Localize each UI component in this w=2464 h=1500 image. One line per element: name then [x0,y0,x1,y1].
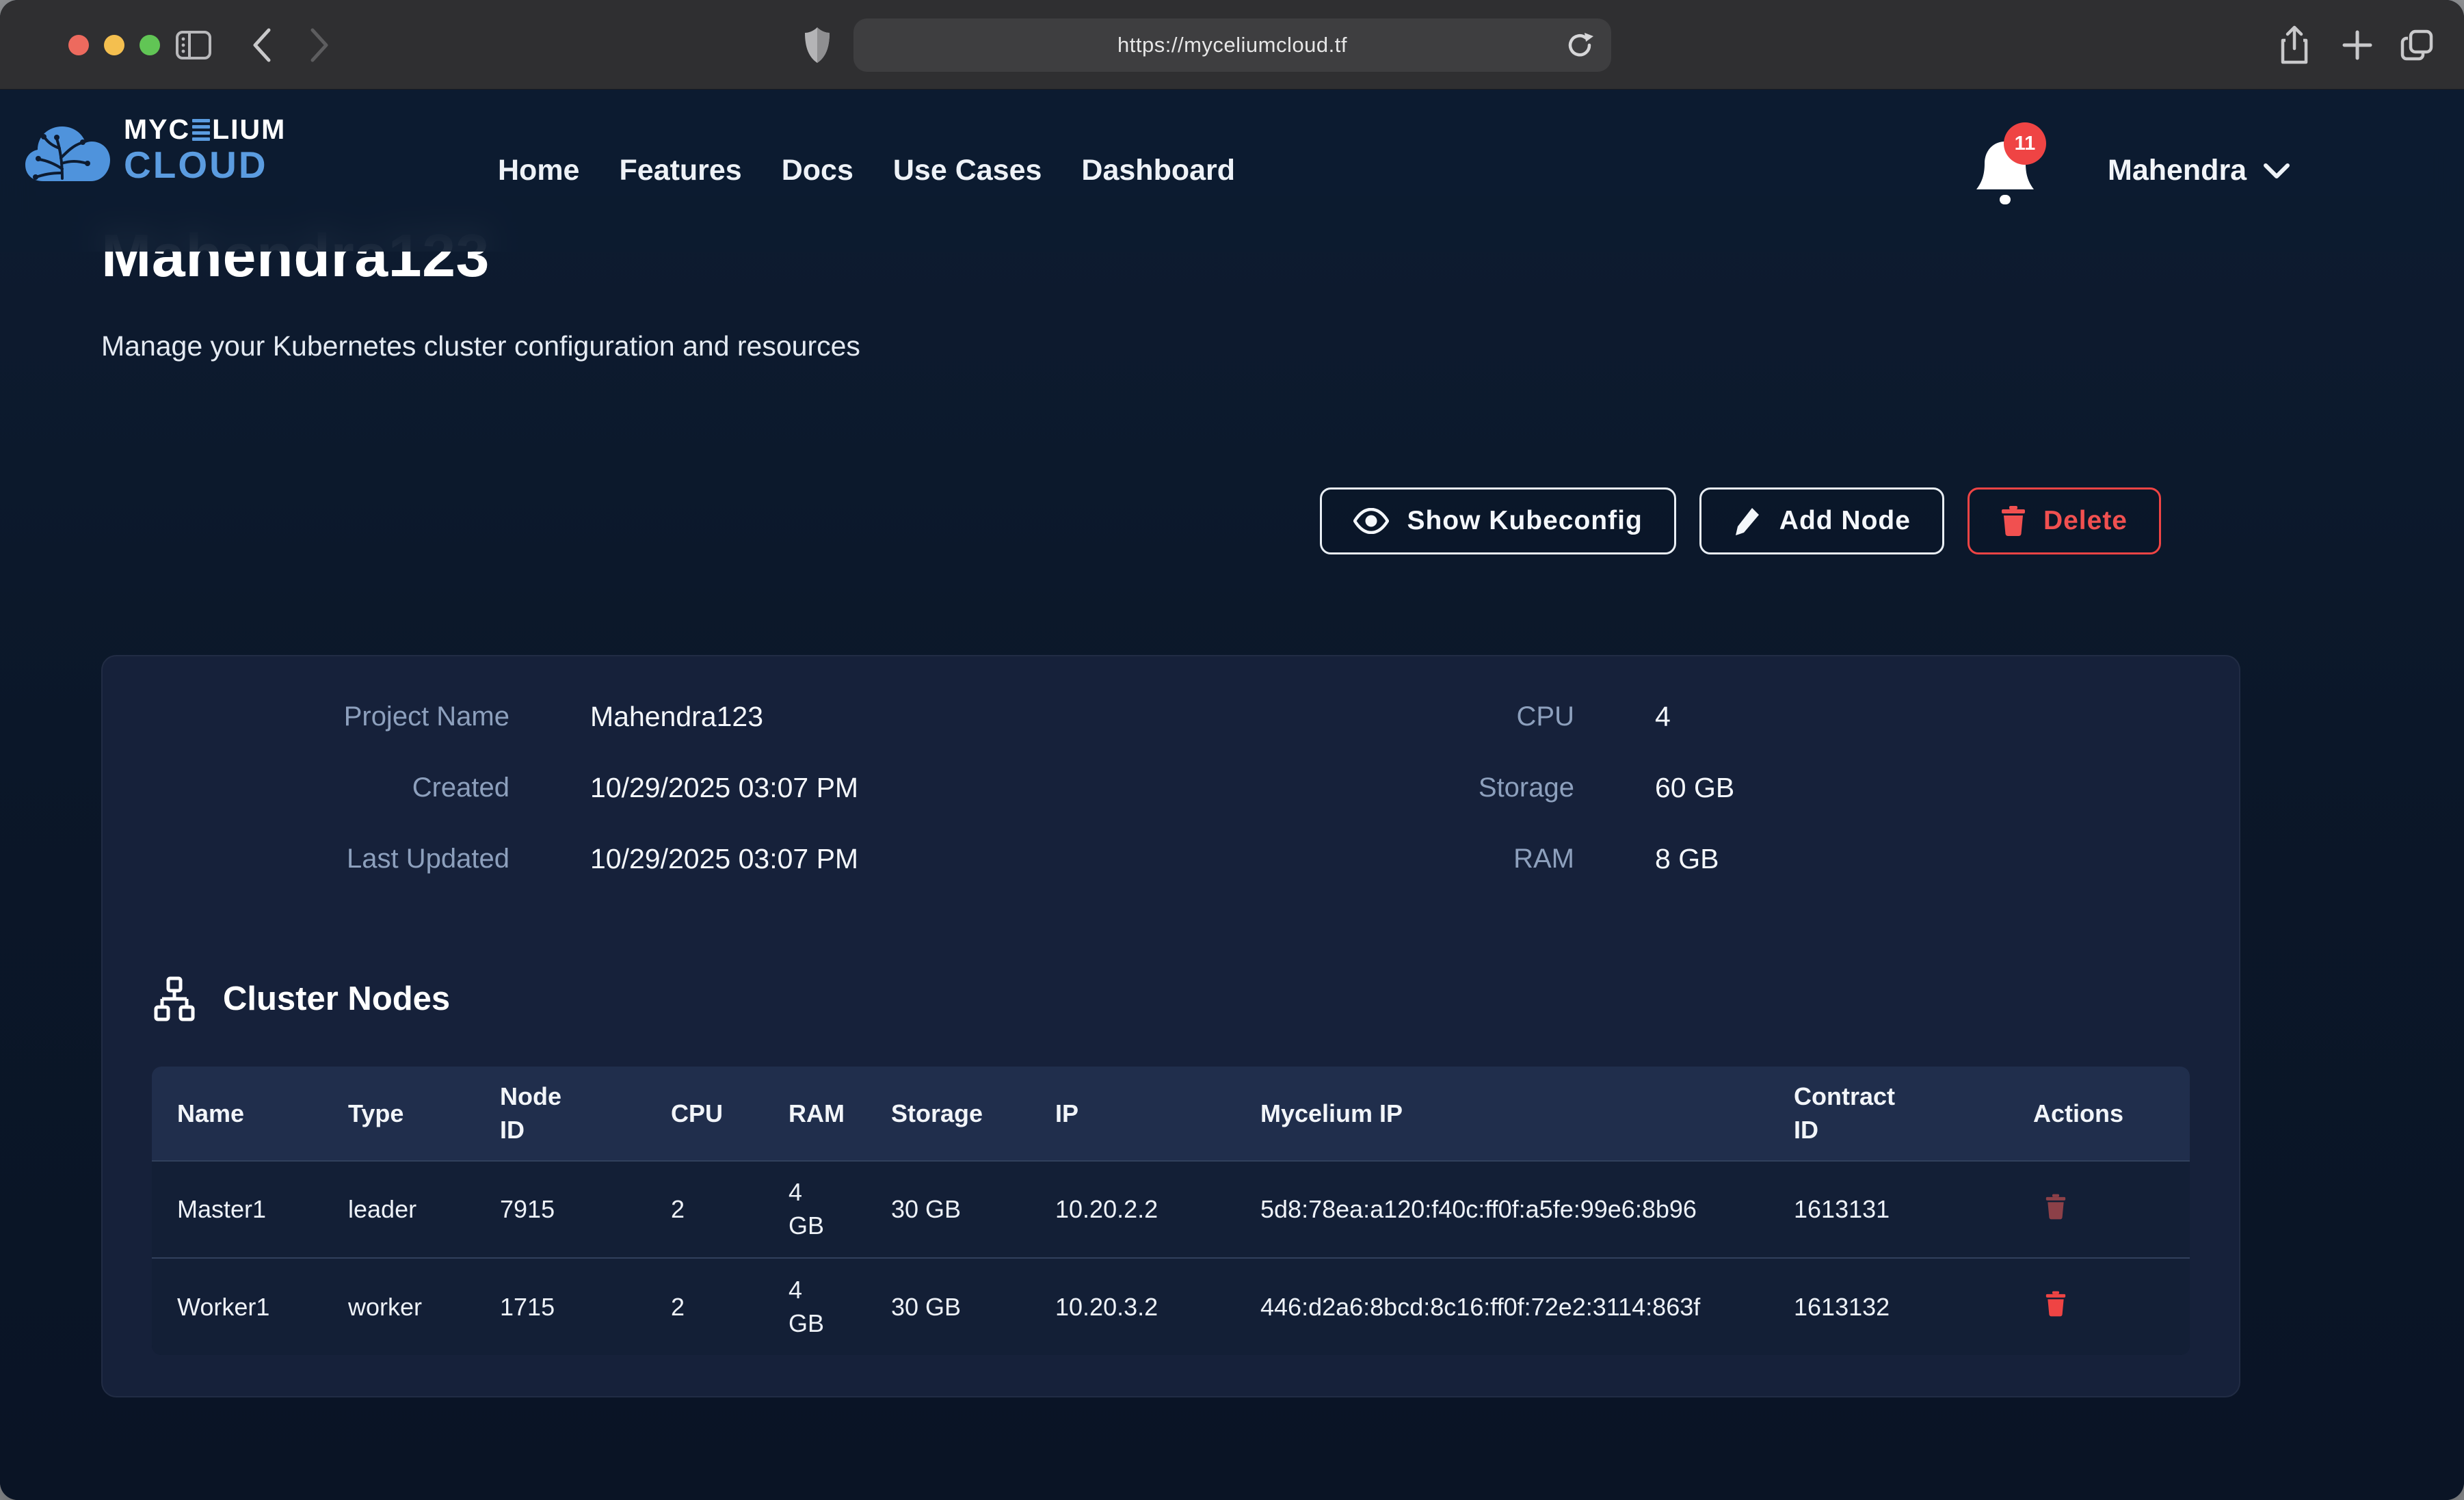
new-tab-icon[interactable] [2333,0,2381,90]
col-type: Type [323,1067,475,1161]
user-name: Mahendra [2108,154,2247,187]
notification-badge: 11 [2004,122,2046,165]
col-ram: RAM [763,1067,866,1161]
node-ram: 4 GB [763,1161,866,1258]
address-bar-url: https://myceliumcloud.tf [1117,33,1347,57]
cluster-info-right: CPU 4 Storage 60 GB RAM 8 GB [1267,701,1734,874]
project-name-label: Project Name [202,701,509,732]
network-nodes-icon [152,976,197,1021]
trash-icon [2045,1291,2066,1317]
minimize-window-button[interactable] [104,35,124,55]
cpu-value: 4 [1655,701,1734,732]
storage-value: 60 GB [1655,773,1734,803]
table-row: Worker1 worker 1715 2 4 GB 30 GB 10.20.3… [152,1258,2190,1355]
stylized-e-icon [192,119,210,141]
cluster-nodes-title: Cluster Nodes [223,980,450,1018]
sidebar-toggle-icon[interactable] [170,0,217,90]
col-name: Name [152,1067,323,1161]
address-bar[interactable]: https://myceliumcloud.tf [853,18,1611,72]
page-subtitle: Manage your Kubernetes cluster configura… [101,330,860,362]
cpu-label: CPU [1267,701,1574,732]
nav-link-dashboard[interactable]: Dashboard [1081,154,1235,187]
traffic-lights [68,35,160,55]
col-actions: Actions [2008,1067,2190,1161]
user-menu[interactable]: Mahendra [2108,90,2290,252]
notifications-button[interactable]: 11 [1970,132,2052,214]
node-ip: 10.20.2.2 [1030,1161,1235,1258]
delete-node-button[interactable] [2033,1291,2066,1319]
cluster-overview-card: Project Name Mahendra123 Created 10/29/2… [101,655,2240,1397]
storage-label: Storage [1267,773,1574,803]
brand-logo[interactable]: MYC LIUM CLOUD [24,116,286,184]
col-ip: IP [1030,1067,1235,1161]
close-window-button[interactable] [68,35,89,55]
tab-overview-icon[interactable] [2394,0,2441,90]
share-icon[interactable] [2270,0,2318,90]
node-id: 1715 [475,1258,646,1355]
chevron-down-icon [2263,163,2290,179]
nav-link-use-cases[interactable]: Use Cases [893,154,1042,187]
nav-link-home[interactable]: Home [498,154,579,187]
browser-chrome: https://myceliumcloud.tf [0,0,2464,90]
mycelium-cloud-logo-icon [24,116,111,184]
created-value: 10/29/2025 03:07 PM [590,773,858,803]
delete-cluster-button[interactable]: Delete [1968,487,2161,554]
node-type: leader [323,1161,475,1258]
node-storage: 30 GB [866,1161,1030,1258]
delete-node-button[interactable] [2033,1194,2066,1222]
trash-icon [2001,506,2026,536]
node-contract-id: 1613132 [1768,1258,2008,1355]
pencil-icon [1733,505,1762,537]
col-cpu: CPU [646,1067,763,1161]
node-storage: 30 GB [866,1258,1030,1355]
table-row: Master1 leader 7915 2 4 GB 30 GB 10.20.2… [152,1161,2190,1258]
ram-label: RAM [1267,844,1574,874]
reload-icon[interactable] [1565,30,1595,64]
node-actions [2008,1161,2190,1258]
show-kubeconfig-button[interactable]: Show Kubeconfig [1320,487,1675,554]
node-name: Worker1 [152,1258,323,1355]
node-ip: 10.20.3.2 [1030,1258,1235,1355]
zoom-window-button[interactable] [140,35,160,55]
node-cpu: 2 [646,1258,763,1355]
node-type: worker [323,1258,475,1355]
top-navigation: MYC LIUM CLOUD Home Features Docs Use Ca… [0,90,2464,252]
created-label: Created [202,773,509,803]
forward-icon[interactable] [300,0,341,90]
node-id: 7915 [475,1161,646,1258]
project-name-value: Mahendra123 [590,701,858,732]
browser-window: https://myceliumcloud.tf Mahendra123 [0,0,2464,1500]
last-updated-label: Last Updated [202,844,509,874]
node-ram: 4 GB [763,1258,866,1355]
nodes-table: Name Type Node ID CPU RAM Storage IP Myc… [152,1067,2190,1355]
col-storage: Storage [866,1067,1030,1161]
brand-line2: CLOUD [124,146,286,184]
cluster-nodes-header: Cluster Nodes [152,976,450,1021]
nav-link-docs[interactable]: Docs [782,154,853,187]
nav-link-features[interactable]: Features [619,154,741,187]
cluster-actions: Show Kubeconfig Add Node Delete [1320,487,2161,554]
nav-links: Home Features Docs Use Cases Dashboard [498,90,1235,252]
back-icon[interactable] [241,0,282,90]
node-cpu: 2 [646,1161,763,1258]
add-node-button[interactable]: Add Node [1699,487,1944,554]
col-contract-id: Contract ID [1768,1067,2008,1161]
trash-icon [2045,1194,2066,1220]
last-updated-value: 10/29/2025 03:07 PM [590,844,858,874]
cluster-info-left: Project Name Mahendra123 Created 10/29/2… [202,701,858,874]
col-mycelium-ip: Mycelium IP [1235,1067,1768,1161]
brand-wordmark: MYC LIUM CLOUD [124,116,286,184]
node-mycelium-ip: 446:d2a6:8bcd:8c16:ff0f:72e2:3114:863f [1235,1258,1768,1355]
table-header-row: Name Type Node ID CPU RAM Storage IP Myc… [152,1067,2190,1161]
node-name: Master1 [152,1161,323,1258]
col-node-id: Node ID [475,1067,646,1161]
eye-icon [1353,508,1389,534]
site-content: Mahendra123 [0,90,2464,1500]
ram-value: 8 GB [1655,844,1734,874]
privacy-shield-icon[interactable] [793,0,841,90]
node-mycelium-ip: 5d8:78ea:a120:f40c:ff0f:a5fe:99e6:8b96 [1235,1161,1768,1258]
node-contract-id: 1613131 [1768,1161,2008,1258]
brand-line1: MYC LIUM [124,116,286,144]
node-actions [2008,1258,2190,1355]
